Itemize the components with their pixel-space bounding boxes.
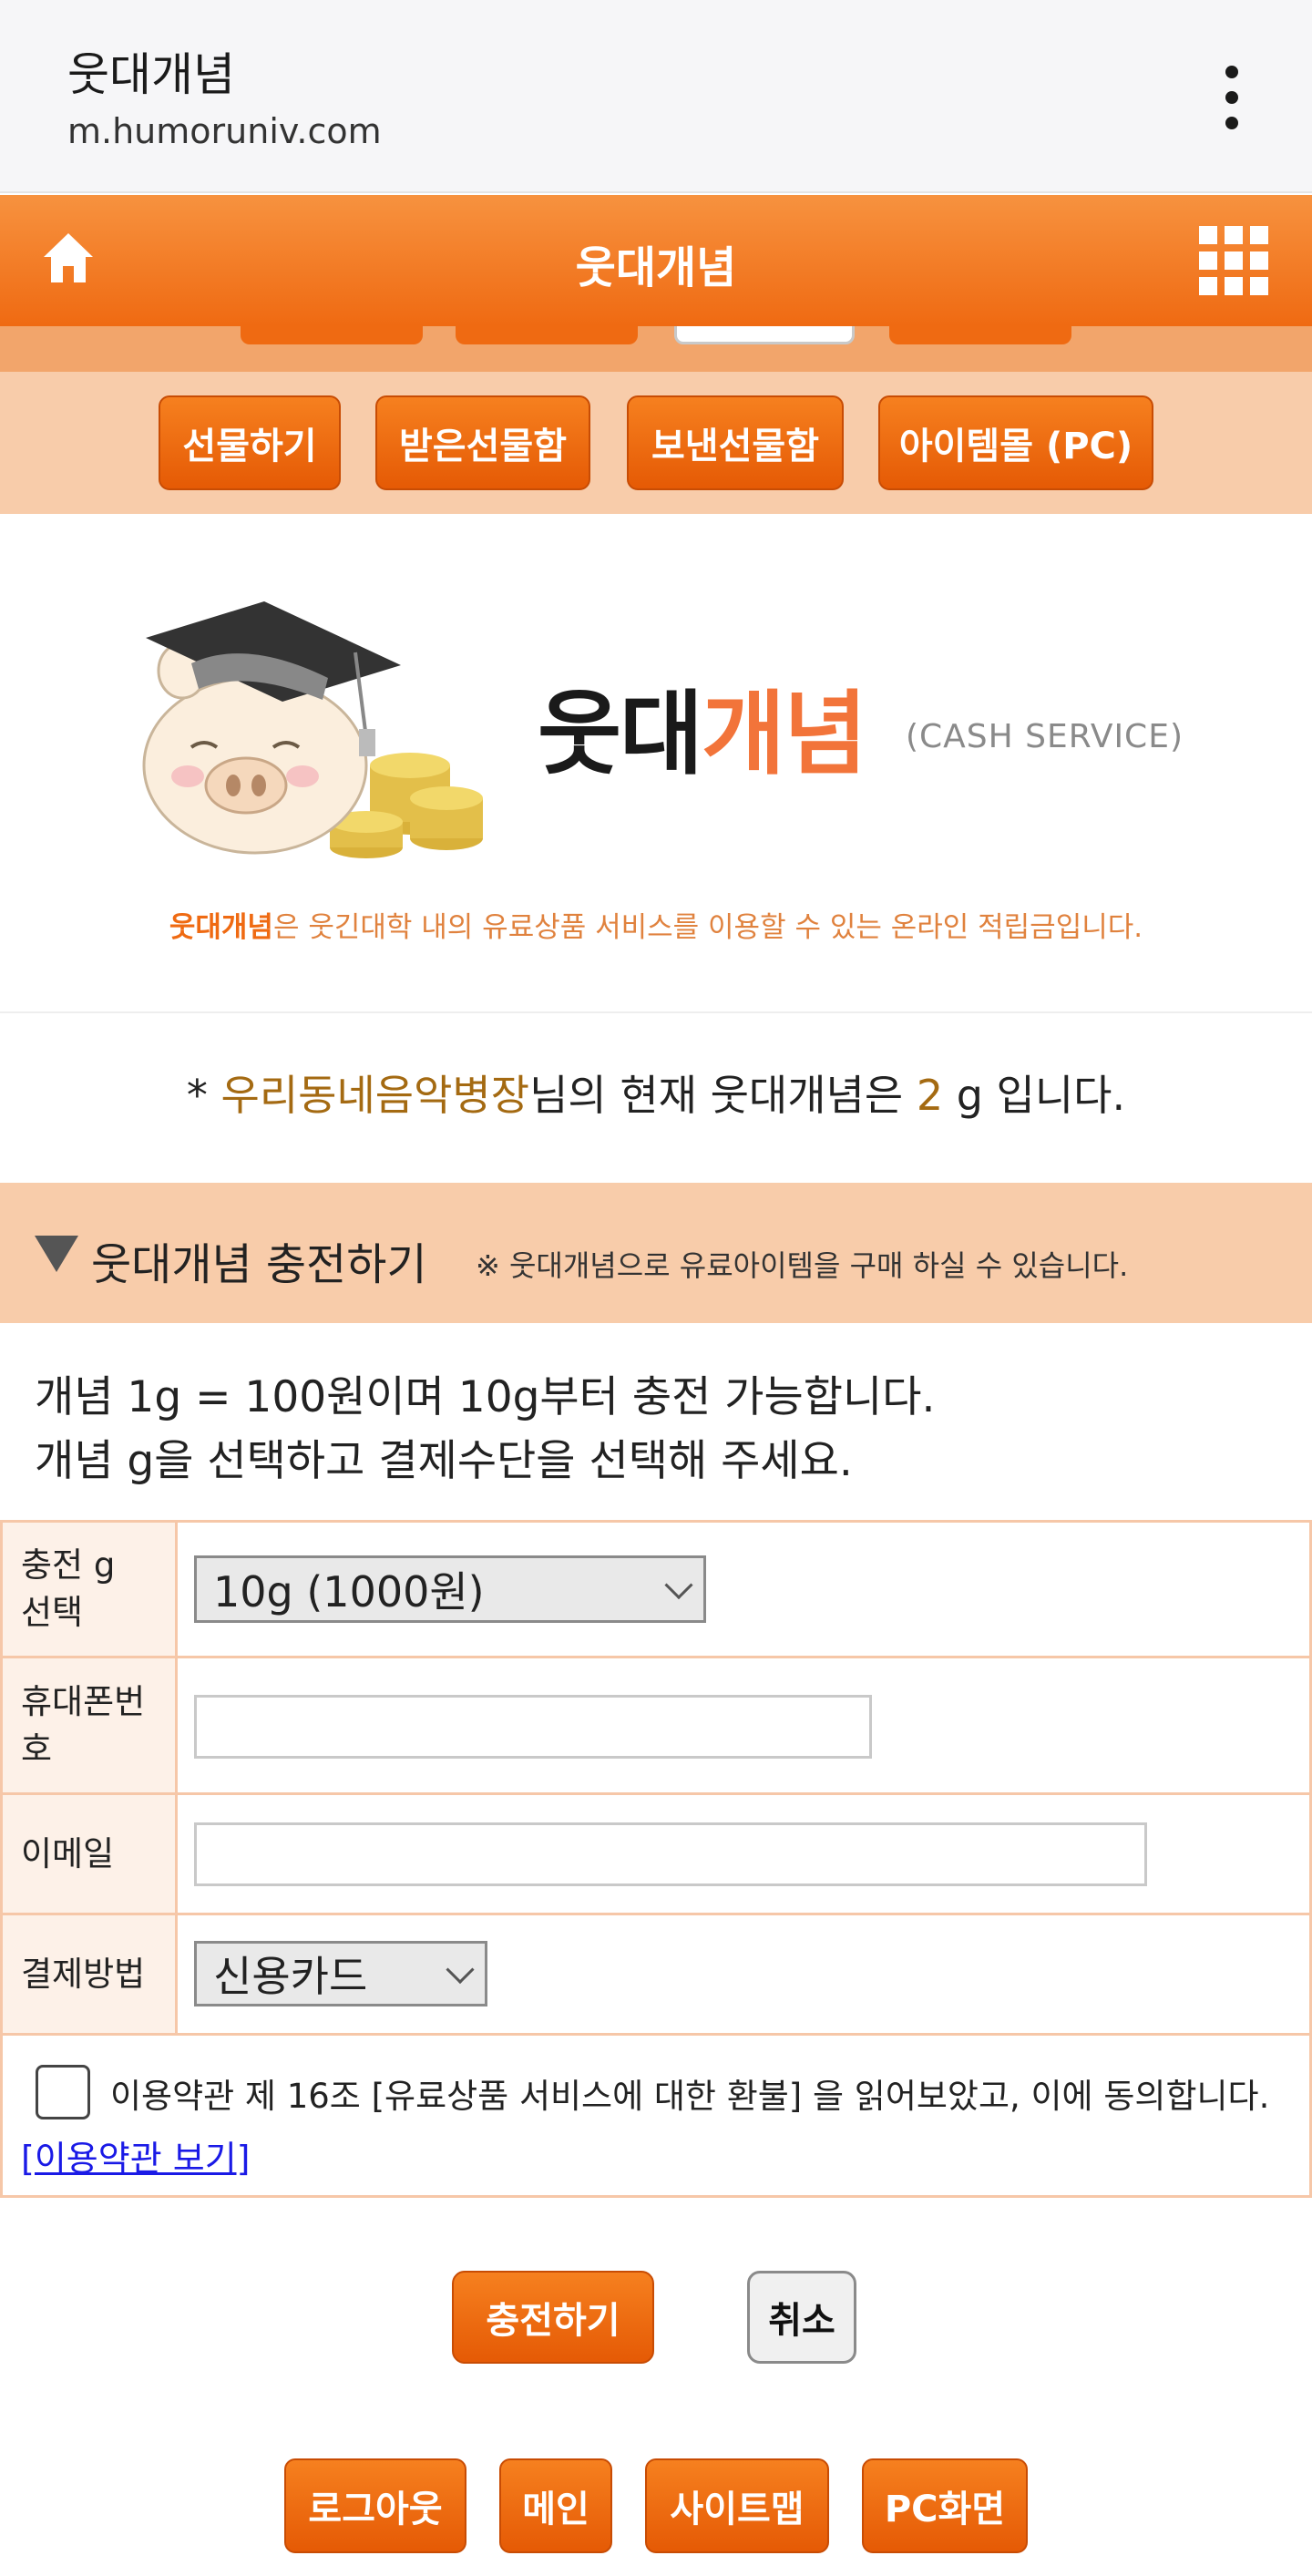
agree-checkbox[interactable] xyxy=(36,2065,90,2119)
pc-view-button[interactable]: PC화면 xyxy=(862,2458,1028,2553)
phone-input[interactable] xyxy=(194,1695,872,1759)
cancel-button[interactable]: 취소 xyxy=(747,2271,856,2364)
browser-title: 웃대개념 xyxy=(67,48,235,101)
balance-amount: 2 xyxy=(916,1071,944,1120)
logo-part1: 웃대 xyxy=(538,681,703,787)
user-nickname: 우리동네음악병장 xyxy=(220,1071,530,1120)
balance-middle: 님의 현재 웃대개념은 xyxy=(529,1071,917,1120)
triangle-down-icon xyxy=(35,1236,78,1272)
email-input[interactable] xyxy=(194,1822,1147,1886)
charge-info-line1: 개념 1g = 100원이며 10g부터 충전 가능합니다. xyxy=(35,1372,936,1422)
balance-prefix: * xyxy=(186,1071,221,1120)
payment-row: 결제방법 신용카드 xyxy=(0,1915,1312,2036)
received-gifts-button[interactable]: 받은선물함 xyxy=(375,395,590,490)
gift-button[interactable]: 선물하기 xyxy=(159,395,341,490)
phone-row: 휴대폰번호 xyxy=(0,1658,1312,1795)
logo-text: 웃대개념 xyxy=(538,660,867,792)
payment-label: 결제방법 xyxy=(3,1915,178,2033)
chevron-down-icon xyxy=(446,1955,475,1985)
agree-text: 이용약관 제 16조 [유료상품 서비스에 대한 환불] 을 읽어보았고, 이에… xyxy=(110,2077,1270,2116)
charge-info-line2: 개념 g을 선택하고 결제수단을 선택해 주세요. xyxy=(35,1436,853,1486)
chevron-down-icon xyxy=(664,1571,693,1600)
amount-select-value: 10g (1000원) xyxy=(213,1567,485,1616)
charge-title: 웃대개념 충전하기 xyxy=(91,1239,427,1290)
banner-description-text: 은 웃긴대학 내의 유료상품 서비스를 이용할 수 있는 온라인 적립금입니다. xyxy=(272,911,1143,944)
amount-label: 충전 g 선택 xyxy=(3,1523,178,1656)
pig-mascot-icon xyxy=(142,601,483,858)
sent-gifts-button[interactable]: 보낸선물함 xyxy=(627,395,844,490)
app-title: 웃대개념 xyxy=(575,242,737,293)
email-row: 이메일 xyxy=(0,1795,1312,1915)
browser-bar: 웃대개념 m.humoruniv.com xyxy=(0,0,1312,193)
agreement-row: 이용약관 제 16조 [유료상품 서비스에 대한 환불] 을 읽어보았고, 이에… xyxy=(0,2036,1312,2198)
payment-select-value: 신용카드 xyxy=(213,1952,368,2001)
cash-service-label: (CASH SERVICE) xyxy=(906,718,1184,755)
tab-active[interactable] xyxy=(674,326,855,344)
logo-part2: 개념 xyxy=(702,681,867,787)
banner-description-bold: 웃대개념 xyxy=(169,911,273,944)
balance-suffix: g 입니다. xyxy=(943,1071,1126,1120)
phone-label: 휴대폰번호 xyxy=(3,1658,178,1792)
item-mall-button[interactable]: 아이템몰 (PC) xyxy=(878,395,1153,490)
more-options-icon[interactable] xyxy=(1217,66,1248,129)
charge-section-header: 웃대개념 충전하기 ※ 웃대개념으로 유료아이템을 구매 하실 수 있습니다. xyxy=(0,1183,1312,1323)
logout-button[interactable]: 로그아웃 xyxy=(284,2458,466,2553)
terms-link[interactable]: [이용약관 보기] xyxy=(21,2130,251,2181)
app-header: 웃대개념 xyxy=(0,195,1312,326)
charge-note: ※ 웃대개념으로 유료아이템을 구매 하실 수 있습니다. xyxy=(476,1248,1129,1283)
sub-nav: 선물하기 받은선물함 보낸선물함 아이템몰 (PC) xyxy=(0,372,1312,514)
balance-line: * 우리동네음악병장님의 현재 웃대개념은 2 g 입니다. xyxy=(0,1062,1312,1123)
cash-service-banner: 웃대개념 (CASH SERVICE) 웃대개념은 웃긴대학 내의 유료상품 서… xyxy=(0,514,1312,1013)
tab-strip xyxy=(0,326,1312,372)
grid-menu-icon[interactable] xyxy=(1199,226,1268,295)
banner-description: 웃대개념은 웃긴대학 내의 유료상품 서비스를 이용할 수 있는 온라인 적립금… xyxy=(0,904,1312,945)
sitemap-button[interactable]: 사이트맵 xyxy=(645,2458,829,2553)
main-button[interactable]: 메인 xyxy=(499,2458,612,2553)
payment-select[interactable]: 신용카드 xyxy=(194,1941,487,2006)
tab[interactable] xyxy=(889,326,1071,344)
tab[interactable] xyxy=(241,326,423,344)
browser-url[interactable]: m.humoruniv.com xyxy=(67,111,382,151)
charge-submit-button[interactable]: 충전하기 xyxy=(452,2271,654,2364)
tab[interactable] xyxy=(456,326,638,344)
amount-select[interactable]: 10g (1000원) xyxy=(194,1555,706,1623)
email-label: 이메일 xyxy=(3,1795,178,1913)
amount-row: 충전 g 선택 10g (1000원) xyxy=(0,1520,1312,1658)
